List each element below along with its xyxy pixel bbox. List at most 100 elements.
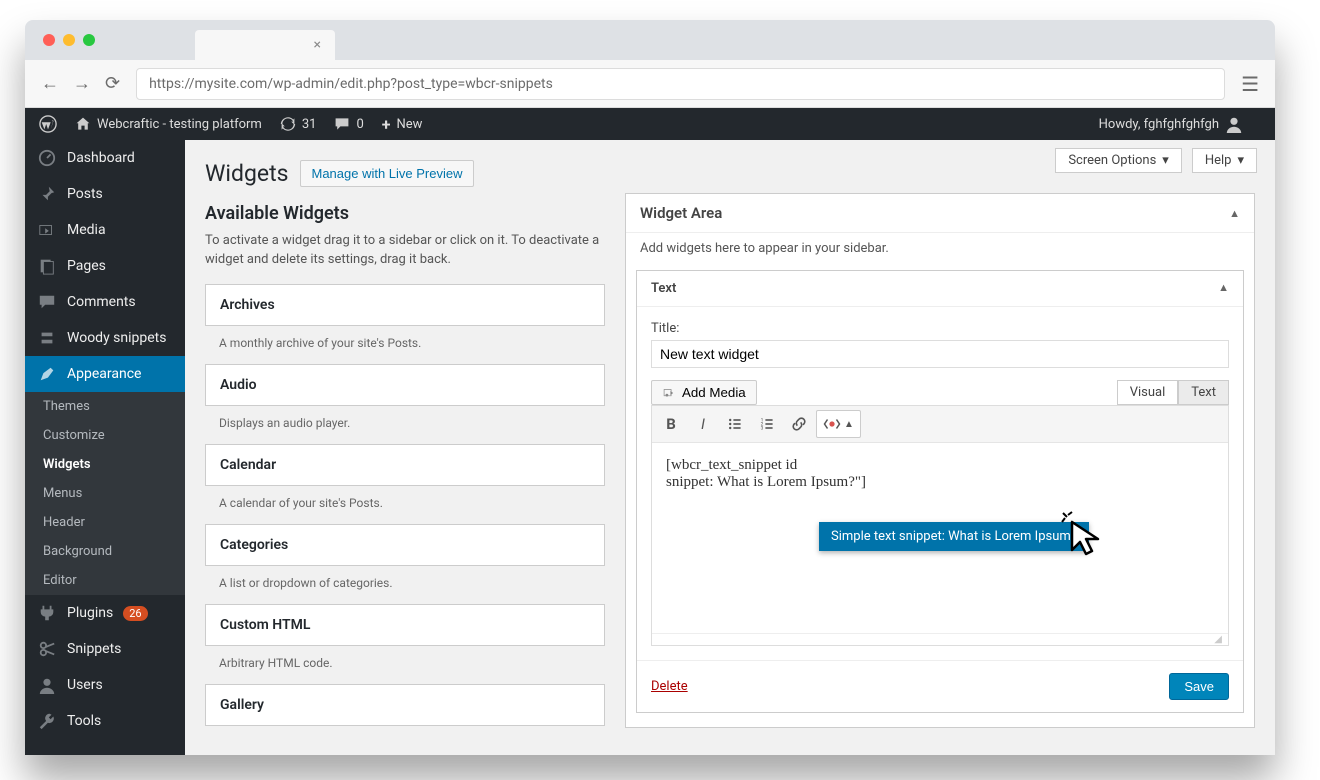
wp-logo-icon[interactable] <box>39 115 57 133</box>
available-widget-desc: Displays an audio player. <box>205 406 605 444</box>
sidebar-item-media[interactable]: Media <box>25 212 185 248</box>
chevron-up-icon[interactable]: ▲ <box>1218 281 1229 296</box>
tools-icon <box>37 711 57 731</box>
bullet-list-icon[interactable] <box>720 410 750 438</box>
submenu-widgets[interactable]: Widgets <box>25 450 185 479</box>
site-name-label: Webcraftic - testing platform <box>97 117 262 132</box>
svg-text:3: 3 <box>761 426 764 432</box>
bold-icon[interactable]: B <box>656 410 686 438</box>
tab-text[interactable]: Text <box>1178 380 1229 405</box>
close-window-icon[interactable] <box>43 34 55 46</box>
sidebar-item-pages[interactable]: Pages <box>25 248 185 284</box>
chevron-up-icon: ▲ <box>844 419 854 430</box>
tab-visual[interactable]: Visual <box>1117 380 1179 405</box>
sidebar-item-posts[interactable]: Posts <box>25 176 185 212</box>
sidebar-label: Media <box>67 222 106 238</box>
sidebar-label: Plugins <box>67 605 113 621</box>
users-icon <box>37 675 57 695</box>
submenu-header[interactable]: Header <box>25 508 185 537</box>
sidebar-item-comments[interactable]: Comments <box>25 284 185 320</box>
text-widget-header[interactable]: Text ▲ <box>637 271 1243 307</box>
new-label: New <box>397 117 423 132</box>
sidebar-item-plugins[interactable]: Plugins 26 <box>25 595 185 631</box>
sidebar-label: Woody snippets <box>67 330 166 346</box>
sidebar-item-tools[interactable]: Tools <box>25 703 185 739</box>
submenu-background[interactable]: Background <box>25 537 185 566</box>
sidebar-item-users[interactable]: Users <box>25 667 185 703</box>
add-media-button[interactable]: Add Media <box>651 380 757 405</box>
save-button[interactable]: Save <box>1169 673 1229 700</box>
browser-menu-icon[interactable]: ☰ <box>1241 72 1259 96</box>
dashboard-icon <box>37 148 57 168</box>
minimize-window-icon[interactable] <box>63 34 75 46</box>
browser-address-bar: ← → ⟳ https://mysite.com/wp-admin/edit.p… <box>25 60 1275 108</box>
maximize-window-icon[interactable] <box>83 34 95 46</box>
updates-link[interactable]: 31 <box>280 116 317 132</box>
available-widget-desc: A calendar of your site's Posts. <box>205 486 605 524</box>
submenu-menus[interactable]: Menus <box>25 479 185 508</box>
editor-toolbar: B I 123 <box>652 406 1228 443</box>
snippet-tooltip[interactable]: Simple text snippet: What is Lorem Ipsum… <box>819 522 1089 551</box>
sidebar-item-woody[interactable]: Woody snippets <box>25 320 185 356</box>
forward-icon[interactable]: → <box>73 73 91 94</box>
help-button[interactable]: Help▾ <box>1192 148 1257 173</box>
available-widget[interactable]: Categories <box>205 524 605 566</box>
media-icon <box>662 386 676 400</box>
url-input[interactable]: https://mysite.com/wp-admin/edit.php?pos… <box>136 68 1225 100</box>
sidebar-item-appearance[interactable]: Appearance <box>25 356 185 392</box>
reload-icon[interactable]: ⟳ <box>105 73 120 94</box>
add-media-label: Add Media <box>682 385 746 400</box>
submenu-editor[interactable]: Editor <box>25 566 185 595</box>
available-widgets-help: To activate a widget drag it to a sideba… <box>205 232 605 270</box>
numbered-list-icon[interactable]: 123 <box>752 410 782 438</box>
submenu-themes[interactable]: Themes <box>25 392 185 421</box>
tab-close-icon[interactable]: × <box>314 37 321 53</box>
plugin-icon <box>37 603 57 623</box>
screen-options-button[interactable]: Screen Options▾ <box>1055 148 1182 173</box>
widget-area-title: Widget Area <box>640 204 722 222</box>
sidebar-label: Comments <box>67 294 136 310</box>
window-controls <box>43 34 95 46</box>
updates-count: 31 <box>302 117 317 132</box>
widget-title-input[interactable] <box>651 340 1229 368</box>
media-icon <box>37 220 57 240</box>
chevron-down-icon: ▾ <box>1237 153 1244 168</box>
delete-widget-link[interactable]: Delete <box>651 679 688 694</box>
sidebar-label: Posts <box>67 186 103 202</box>
appearance-icon <box>37 364 57 384</box>
available-widget[interactable]: Gallery <box>205 684 605 726</box>
chevron-up-icon[interactable]: ▲ <box>1229 207 1240 220</box>
italic-icon[interactable]: I <box>688 410 718 438</box>
resize-handle-icon[interactable]: ◢ <box>652 633 1228 645</box>
link-icon[interactable] <box>784 410 814 438</box>
sidebar-label: Tools <box>67 713 101 729</box>
available-widget-desc: A monthly archive of your site's Posts. <box>205 326 605 364</box>
submenu-customize[interactable]: Customize <box>25 421 185 450</box>
sidebar-item-snippets[interactable]: Snippets <box>25 631 185 667</box>
sidebar-label: Appearance <box>67 366 141 382</box>
site-home-link[interactable]: Webcraftic - testing platform <box>75 116 262 132</box>
main-content: Screen Options▾ Help▾ Widgets Manage wit… <box>185 140 1275 755</box>
admin-sidebar: Dashboard Posts Media Pages Comments <box>25 140 185 755</box>
back-icon[interactable]: ← <box>41 73 59 94</box>
available-widget[interactable]: Custom HTML <box>205 604 605 646</box>
comments-link[interactable]: 0 <box>334 116 363 132</box>
available-widgets-title: Available Widgets <box>205 203 605 224</box>
widget-area-header[interactable]: Widget Area ▲ <box>626 194 1254 233</box>
sidebar-item-dashboard[interactable]: Dashboard <box>25 140 185 176</box>
available-widget[interactable]: Audio <box>205 364 605 406</box>
sidebar-label: Dashboard <box>67 150 135 166</box>
available-widget[interactable]: Calendar <box>205 444 605 486</box>
browser-tab[interactable]: × <box>195 30 335 60</box>
snippets-icon <box>37 639 57 659</box>
title-label: Title: <box>651 321 1229 336</box>
text-widget: Text ▲ Title: Add Media <box>636 270 1244 713</box>
insert-snippet-button[interactable]: ▲ <box>816 410 861 438</box>
available-widget[interactable]: Archives <box>205 284 605 326</box>
new-content-link[interactable]: + New <box>382 115 423 134</box>
manage-live-preview-button[interactable]: Manage with Live Preview <box>300 160 473 187</box>
cursor-click-icon <box>1060 510 1110 560</box>
woody-icon <box>37 328 57 348</box>
page-icon <box>37 256 57 276</box>
user-account-link[interactable]: Howdy, fghfghfghfgh <box>1099 115 1243 133</box>
